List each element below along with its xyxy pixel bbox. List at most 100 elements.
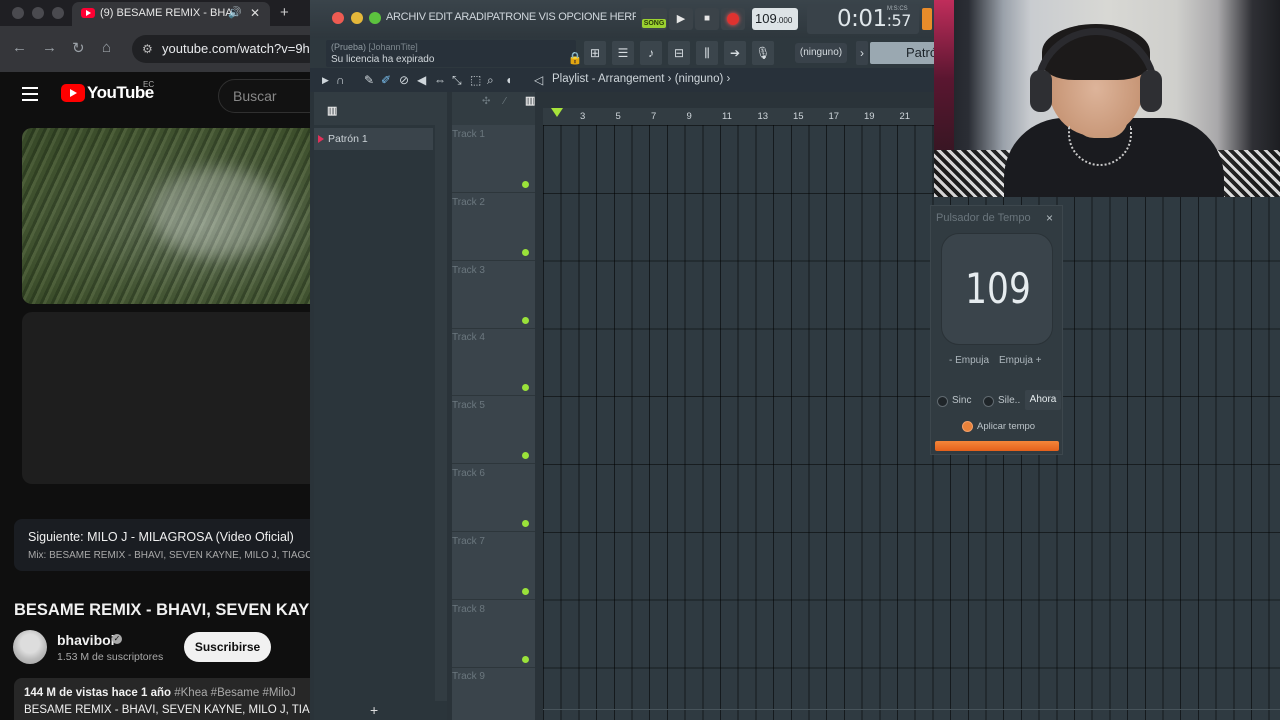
playlist-window-icon[interactable]: ⊞: [584, 41, 606, 65]
tempo-display[interactable]: 109.000: [752, 8, 798, 30]
close-window-button[interactable]: [12, 7, 24, 19]
playhead-marker[interactable]: [551, 108, 563, 117]
next-arrow-icon[interactable]: ➔: [724, 41, 746, 65]
browser-panel-icon[interactable]: ⊟: [668, 41, 690, 65]
sync-radio[interactable]: [937, 396, 948, 407]
track-row[interactable]: Track 6: [452, 464, 535, 532]
play-button[interactable]: ▶: [669, 8, 693, 30]
speaker-icon[interactable]: 🔊: [228, 2, 242, 24]
song-time-display[interactable]: 0:01:57 M:S:CS: [807, 4, 919, 34]
track-led-icon[interactable]: [522, 384, 529, 392]
recommendation-card[interactable]: [22, 312, 310, 484]
pattern-clip-icon[interactable]: ▥: [525, 94, 535, 107]
silence-radio[interactable]: [983, 396, 994, 407]
mute-icon[interactable]: ◀: [417, 73, 426, 87]
track-led-icon[interactable]: [522, 520, 529, 527]
channel-avatar[interactable]: [13, 630, 47, 664]
track-led-icon[interactable]: [522, 248, 529, 256]
track-row[interactable]: Track 7: [452, 532, 535, 600]
nudge-minus-button[interactable]: - Empuja: [949, 355, 989, 366]
tap-pad[interactable]: 109: [941, 233, 1053, 345]
channel-name[interactable]: bhaviboi: [57, 632, 115, 648]
track-row[interactable]: Track 2: [452, 193, 535, 261]
record-button[interactable]: [721, 8, 745, 30]
track-led-icon[interactable]: [522, 316, 529, 324]
piano-keys-icon[interactable]: ▥: [327, 104, 337, 117]
fl-minimize-button[interactable]: [351, 12, 363, 24]
youtube-logo-icon[interactable]: [61, 84, 85, 102]
home-icon[interactable]: ⌂: [102, 39, 111, 56]
reload-icon[interactable]: ↻: [72, 39, 85, 57]
hint-line-1: (Prueba) [JohannTite]: [331, 42, 418, 52]
speaker-icon[interactable]: ◁: [534, 73, 543, 87]
description-box[interactable]: 144 M de vistas hace 1 año #Khea #Besame…: [14, 678, 310, 720]
magnet-icon[interactable]: ∩: [336, 73, 345, 87]
track-row[interactable]: Track 5: [452, 396, 535, 465]
subscribe-button[interactable]: Suscribirse: [184, 632, 271, 662]
track-header-top: ✣ ⁄ ▥: [452, 92, 535, 125]
new-tab-button[interactable]: +: [280, 4, 289, 21]
slip-icon[interactable]: ⇔: [434, 73, 446, 87]
pencil-icon[interactable]: ✎: [364, 73, 374, 87]
microphone-icon[interactable]: 🎙: [752, 41, 774, 65]
tempo-int: 109: [755, 11, 777, 26]
playback-icon[interactable]: ◖: [505, 73, 512, 87]
nudge-plus-button[interactable]: Empuja +: [999, 355, 1042, 366]
back-arrow-icon[interactable]: ←: [12, 39, 27, 56]
tab-title: (9) BESAME REMIX - BHA: [100, 7, 233, 19]
paint-brush-icon[interactable]: ✐: [381, 73, 391, 87]
browser-tab[interactable]: (9) BESAME REMIX - BHA 🔊 ✕: [72, 2, 270, 26]
playlist-grid[interactable]: [543, 125, 1280, 720]
fl-zoom-button[interactable]: [369, 12, 381, 24]
fl-close-button[interactable]: [332, 12, 344, 24]
minimize-window-button[interactable]: [32, 7, 44, 19]
wave-icon: ✣: [482, 96, 491, 107]
url-field[interactable]: ⚙ youtube.com/watch?v=9h: [132, 35, 310, 63]
video-player[interactable]: [22, 128, 310, 304]
forward-arrow-icon[interactable]: →: [42, 39, 57, 56]
song-mode-toggle[interactable]: SONG: [641, 8, 667, 30]
playlist-options-arrow-icon[interactable]: ▶: [322, 75, 329, 86]
track-row[interactable]: Track 1: [452, 125, 535, 193]
track-row[interactable]: Track 3: [452, 261, 535, 329]
menu-hamburger-icon[interactable]: [22, 87, 38, 101]
mixer-icon[interactable]: ⫼: [696, 41, 718, 65]
stop-button[interactable]: ■: [695, 8, 719, 30]
hashtags[interactable]: #Khea #Besame #MiloJ: [174, 687, 295, 699]
track-led-icon[interactable]: [522, 452, 529, 460]
subscriber-count: 1.53 M de suscriptores: [57, 651, 164, 663]
now-button[interactable]: Ahora: [1025, 390, 1061, 410]
bar-number: 15: [793, 111, 804, 122]
tapper-close-icon[interactable]: ×: [1046, 211, 1053, 225]
cpu-meter: [922, 8, 932, 30]
track-led-icon[interactable]: [522, 655, 529, 663]
pattern-item[interactable]: Patrón 1: [314, 128, 433, 150]
select-icon[interactable]: ⬚: [470, 73, 481, 87]
track-led-icon[interactable]: [522, 181, 529, 188]
pattern-selector[interactable]: (ninguno): [795, 43, 847, 63]
add-pattern-button[interactable]: +: [370, 702, 378, 718]
track-row[interactable]: Track 8: [452, 600, 535, 668]
zoom-window-button[interactable]: [52, 7, 64, 19]
pattern-scrollbar[interactable]: [435, 125, 447, 701]
bar-number: 17: [828, 111, 840, 122]
up-next-box[interactable]: Siguiente: MILO J - MILAGROSA (Video Ofi…: [14, 519, 310, 571]
channel-rack-icon[interactable]: ☰: [612, 41, 634, 65]
track-led-icon[interactable]: [522, 587, 529, 595]
bar-number: 11: [722, 111, 732, 122]
track-row[interactable]: Track 9: [452, 667, 535, 720]
close-tab-icon[interactable]: ✕: [250, 2, 260, 24]
piano-roll-icon[interactable]: ♪: [640, 41, 662, 65]
site-settings-icon[interactable]: ⚙: [142, 35, 153, 63]
fl-main-menu[interactable]: ARCHIV EDIT ARADIPATRONE VIS OPCIONE HER…: [386, 11, 636, 23]
zoom-icon[interactable]: ⌕: [487, 73, 494, 88]
pattern-list-panel: ▥ Patrón 1: [314, 92, 447, 720]
slice-icon[interactable]: ⤡: [452, 73, 462, 88]
delete-icon[interactable]: ⊘: [399, 73, 409, 87]
track-row[interactable]: Track 4: [452, 328, 535, 397]
bar-number: 13: [757, 111, 769, 122]
apply-tempo-radio[interactable]: [962, 421, 973, 432]
sync-label: Sinc: [952, 395, 972, 406]
search-input[interactable]: Buscar: [218, 79, 310, 113]
pattern-prev-arrow-icon[interactable]: ›: [856, 41, 868, 65]
